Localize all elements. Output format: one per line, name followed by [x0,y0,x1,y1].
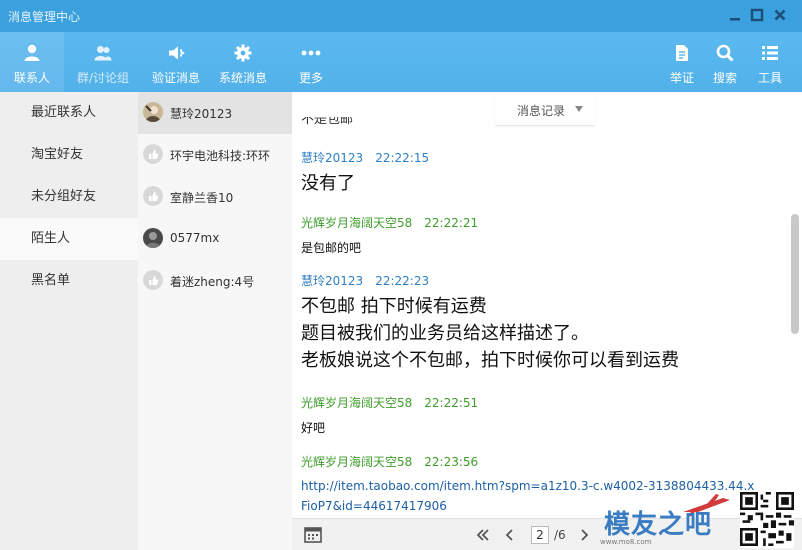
message-header: 慧玲20123 22:22:15 [301,149,429,166]
sender-name: 光辉岁月海阔天空58 [301,455,413,469]
sender-name: 慧玲20123 [301,151,364,165]
contact-name: 室静兰香10 [170,191,234,205]
list-item[interactable]: 着迷zheng:4号 [138,260,292,302]
contact-name: 着迷zheng:4号 [170,275,255,289]
tab-system-messages[interactable]: 系统消息 [210,32,276,92]
calendar-icon[interactable] [303,525,323,545]
previous-page-icon[interactable] [500,525,520,545]
nav-item-recent[interactable]: 最近联系人 [0,92,138,134]
contact-name: 环宇电池科技:环环 [170,149,271,163]
message-record-label: 消息记录 [517,104,566,118]
minimize-icon[interactable] [727,7,743,23]
sender-name: 光辉岁月海阔天空58 [301,396,413,410]
qr-code-icon [740,490,794,548]
message-time: 22:22:21 [424,216,479,230]
window-title: 消息管理中心 [8,10,81,24]
document-icon [676,45,688,61]
message-text: 是包邮的吧 [301,241,362,255]
report-button[interactable]: 举证 [662,32,702,92]
message-text: 好吧 [301,421,326,435]
list-item[interactable]: 环宇电池科技:环环 [138,134,292,176]
message-time: 22:22:15 [375,151,430,165]
list-item[interactable]: 室静兰香10 [138,176,292,218]
avatar [143,144,163,164]
page-total: /6 [554,528,566,542]
message-time: 22:22:23 [375,274,430,288]
close-icon[interactable] [772,7,788,23]
nav-item-ungrouped[interactable]: 未分组好友 [0,176,138,218]
nav-item-blacklist[interactable]: 黑名单 [0,260,138,302]
list-item[interactable]: 0577mx [138,218,292,260]
tools-button[interactable]: 工具 [750,32,790,92]
tab-verify-messages[interactable]: 验证消息 [142,32,210,92]
chevron-down-icon [575,106,583,112]
tab-groups-label: 群/讨论组 [76,71,130,85]
tab-groups[interactable]: 群/讨论组 [64,32,142,92]
message-text: 老板娘说这个不包邮，拍下时候你可以看到运费 [301,350,679,371]
message-text: 不是包邮 [301,117,354,127]
speaker-icon [169,46,185,60]
avatar [143,228,163,248]
more-button[interactable]: 更多 [286,32,336,92]
message-header: 光辉岁月海阔天空58 22:23:56 [301,453,478,470]
contact-category-nav: 最近联系人 淘宝好友 未分组好友 陌生人 黑名单 [0,92,138,550]
nav-item-strangers[interactable]: 陌生人 [0,218,138,260]
message-header: 光辉岁月海阔天空58 22:22:51 [301,394,478,411]
sender-name: 光辉岁月海阔天空58 [301,216,413,230]
search-label: 搜索 [712,71,737,85]
message-record-dropdown[interactable]: 消息记录 [495,92,595,126]
tab-verify-label: 验证消息 [151,71,200,85]
message-text: 题目被我们的业务员给这样描述了。 [301,323,589,344]
nav-item-taobao-friends[interactable]: 淘宝好友 [0,134,138,176]
message-text: 没有了 [301,173,355,194]
more-label: 更多 [298,71,323,85]
gear-icon [234,44,252,62]
search-icon [716,44,734,62]
message-time: 22:23:56 [424,455,479,469]
avatar [143,102,163,122]
next-page-icon[interactable] [574,525,594,545]
page-number-input[interactable]: 2 [531,526,549,544]
message-history-pane: 不是包邮 消息记录 慧玲20123 22:22:15 没有了 光辉岁月海阔天空58… [292,92,802,550]
contact-name: 慧玲20123 [170,107,233,121]
title-bar: 消息管理中心 [0,0,802,32]
report-label: 举证 [669,71,694,85]
person-icon [24,44,40,61]
avatar [143,270,163,290]
watermark: 模友之吧 www.mo8.com [598,490,802,550]
avatar [143,186,163,206]
message-header: 光辉岁月海阔天空58 22:22:21 [301,214,478,231]
first-page-icon[interactable] [473,525,493,545]
search-button[interactable]: 搜索 [705,32,745,92]
tools-label: 工具 [757,71,782,85]
message-text: 不包邮 拍下时候有运费 [301,296,487,317]
list-item[interactable]: 慧玲20123 [138,92,292,134]
list-icon [762,46,778,60]
sender-name: 慧玲20123 [301,274,364,288]
contact-list: 慧玲20123 环宇电池科技:环环 室静兰香10 0577mx 着迷zheng:… [138,92,292,550]
main-toolbar: 联系人 群/讨论组 验证消息 系统消息 更多 举证 搜索 工具 [0,32,802,92]
watermark-text: 模友之吧 [604,510,713,540]
tab-system-label: 系统消息 [218,71,267,85]
tab-contacts[interactable]: 联系人 [0,32,64,92]
scrollbar-thumb[interactable] [791,214,799,334]
more-icon [301,50,321,56]
maximize-icon[interactable] [749,7,765,23]
tab-contacts-label: 联系人 [13,71,50,85]
watermark-url: www.mo8.com [600,538,652,546]
contact-name: 0577mx [170,231,220,245]
group-icon [94,46,112,61]
message-time: 22:22:51 [424,396,479,410]
message-header: 慧玲20123 22:22:23 [301,272,429,289]
